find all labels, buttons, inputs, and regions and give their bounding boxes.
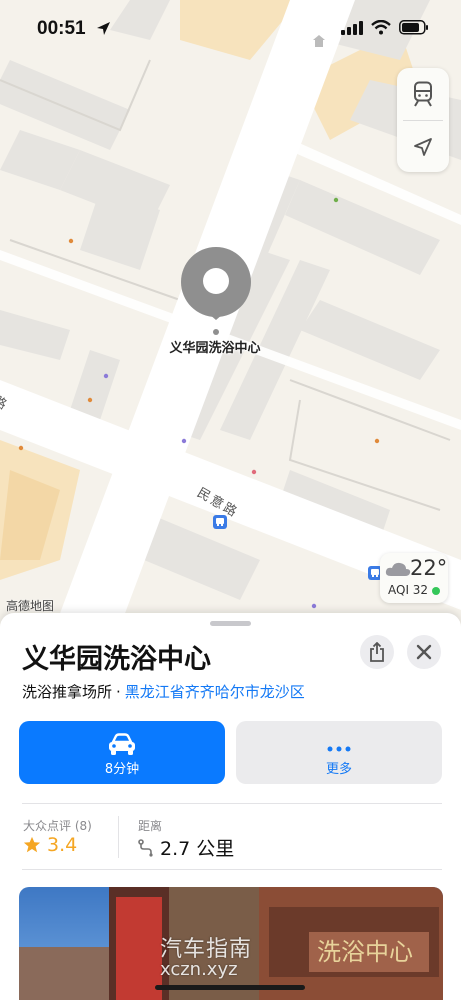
rating-value: 3.4 — [47, 834, 78, 856]
rating-label: 大众点评 (8) — [23, 819, 92, 833]
more-button[interactable]: 更多 — [236, 721, 442, 784]
current-location-button[interactable] — [397, 121, 449, 173]
directions-button[interactable]: 8分钟 — [19, 721, 225, 784]
share-button[interactable] — [360, 635, 394, 669]
transit-mode-button[interactable] — [397, 68, 449, 120]
weather-aqi: AQI 32 — [388, 583, 429, 597]
star-icon — [23, 836, 41, 853]
more-icon — [327, 746, 351, 752]
navigation-arrow-icon — [414, 138, 432, 156]
more-label: 更多 — [325, 762, 352, 777]
photo-watermark-url: xczn.xyz — [160, 959, 238, 980]
close-icon — [416, 644, 432, 660]
aqi-status-dot — [432, 587, 440, 595]
train-icon — [414, 81, 432, 107]
divider — [22, 869, 442, 870]
place-card-sheet: 义华园洗浴中心 洗浴推拿场所 · 黑龙江省齐齐哈尔市龙沙区 8分钟 更多 大众点… — [0, 613, 461, 1000]
rating-value-group[interactable]: 3.4 — [23, 834, 77, 856]
subtitle-separator: · — [116, 683, 121, 701]
status-bar: 00:51 — [0, 0, 461, 60]
weather-widget[interactable]: 22° AQI 32 — [380, 553, 448, 603]
place-title: 义华园洗浴中心 — [22, 644, 211, 675]
status-time: 00:51 — [37, 18, 86, 39]
battery-icon — [399, 20, 428, 35]
distance-value-group: 2.7 公里 — [138, 834, 234, 861]
shop-sign-text: 洗浴中心 — [317, 938, 413, 966]
close-button[interactable] — [407, 635, 441, 669]
place-map-label[interactable]: 义华园洗浴中心 — [140, 337, 290, 356]
place-region-link[interactable]: 黑龙江省齐齐哈尔市龙沙区 — [125, 683, 305, 701]
bus-stop-icon[interactable] — [213, 515, 227, 529]
stat-separator — [118, 816, 119, 858]
place-pin-icon[interactable] — [180, 246, 252, 338]
map-controls — [397, 68, 449, 172]
weather-temperature: 22° — [410, 556, 448, 580]
home-indicator[interactable] — [155, 985, 305, 990]
car-icon — [109, 733, 135, 755]
cloud-icon — [385, 562, 411, 576]
share-icon — [370, 642, 384, 662]
map-view[interactable]: 00:51 义华园洗浴中心 民意路 路 22° AQI 32 高德地图 — [0, 0, 461, 640]
divider — [22, 803, 442, 804]
wifi-icon — [371, 20, 391, 35]
location-arrow-icon — [97, 22, 110, 35]
cellular-signal-icon — [341, 20, 363, 35]
map-credit: 高德地图 — [6, 599, 55, 613]
sheet-grabber[interactable] — [210, 621, 251, 626]
place-subtitle: 洗浴推拿场所 · 黑龙江省齐齐哈尔市龙沙区 — [22, 681, 305, 702]
route-icon — [138, 838, 153, 857]
place-category: 洗浴推拿场所 — [22, 683, 113, 701]
drive-time-label: 8分钟 — [104, 762, 140, 777]
distance-label: 距离 — [138, 819, 163, 833]
distance-value: 2.7 公里 — [160, 838, 235, 860]
